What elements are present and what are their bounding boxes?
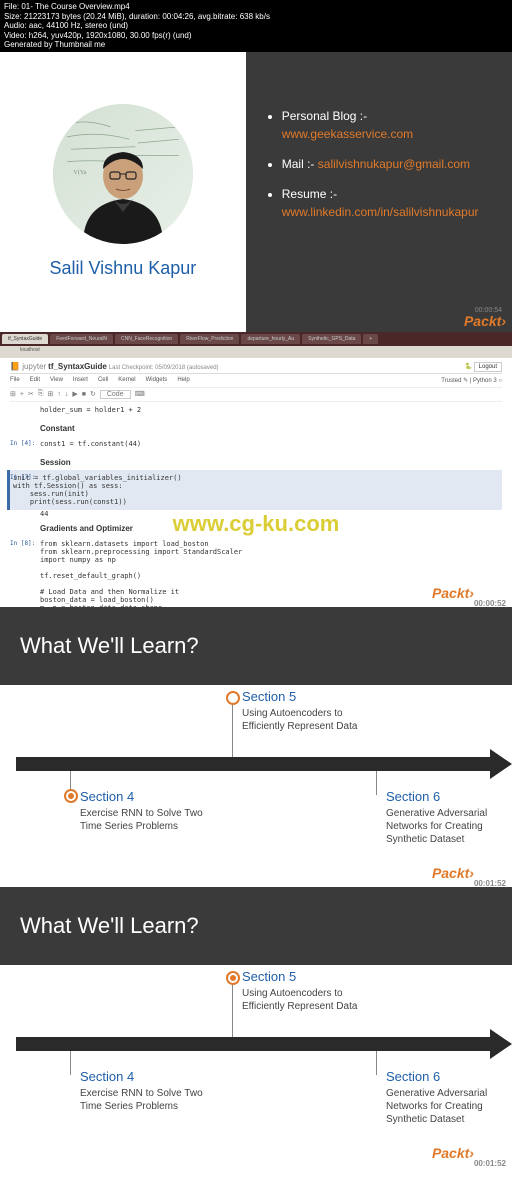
keyboard-icon[interactable]: ⌨ <box>135 390 145 398</box>
arrow-head-icon <box>490 1029 512 1059</box>
menu-kernel[interactable]: Kernel <box>118 377 135 384</box>
in-prompt: In [4]: <box>10 440 35 447</box>
jupyter-screenshot: tf_SyntaxGuide FeedForward_NeuralN CNN_F… <box>0 332 512 607</box>
avatar: V(Ya <box>53 104 193 244</box>
marker-line <box>376 771 377 795</box>
menu-bar: File Edit View Insert Cell Kernel Widget… <box>10 377 502 384</box>
md-heading: Constant <box>40 424 502 433</box>
timeline-arrow <box>16 1037 496 1051</box>
down-icon[interactable]: ↓ <box>65 391 69 398</box>
code-cell[interactable]: In [8]: from sklearn.datasets import loa… <box>10 536 502 607</box>
link-blog: Personal Blog :-www.geekasservice.com <box>282 107 494 143</box>
restart-icon[interactable]: ↻ <box>90 390 96 398</box>
author-name: Salil Vishnu Kapur <box>49 258 196 279</box>
code-cell-active[interactable]: In [7]: init = tf.global_variables_initi… <box>7 470 502 510</box>
meta-file: File: 01- The Course Overview.mp4 <box>4 2 508 12</box>
link-resume: Resume :-www.linkedin.com/in/salilvishnu… <box>282 185 494 221</box>
copy-icon[interactable]: ⎘ <box>38 390 44 398</box>
menu-insert[interactable]: Insert <box>73 377 88 384</box>
url-bar[interactable]: localhost <box>0 346 512 358</box>
meta-size: Size: 21223173 bytes (20.24 MiB), durati… <box>4 12 508 22</box>
in-prompt: In [7]: <box>10 474 35 481</box>
code-cell[interactable]: In [4]: const1 = tf.constant(44) <box>10 436 502 452</box>
packt-logo: Packt›00:00:52 <box>432 585 506 604</box>
browser-tab[interactable]: Synthetic_GPS_Data <box>302 334 361 344</box>
browser-tab[interactable]: RiverFlow_Prediction <box>180 334 239 344</box>
marker-line <box>232 697 233 757</box>
kernel: Python 3 <box>473 378 497 384</box>
video-metadata-overlay: File: 01- The Course Overview.mp4 Size: … <box>0 0 512 52</box>
packt-logo: Packt› <box>464 313 506 329</box>
checkpoint: Last Checkpoint: 05/09/2018 (autosaved) <box>109 365 219 371</box>
browser-tab[interactable]: departure_hourly_Au <box>241 334 300 344</box>
toolbar: ⊞ + ✂ ⎘ ⊞ ↑ ↓ ▶ ■ ↻ Code ⌨ <box>10 387 502 402</box>
slide-heading: What We'll Learn? <box>0 887 512 965</box>
author-links-panel: Personal Blog :-www.geekasservice.com Ma… <box>246 52 512 332</box>
marker-dot-active <box>64 789 78 803</box>
timeline-item-5: Section 5 Using Autoencoders to Efficien… <box>242 969 382 1013</box>
menu-help[interactable]: Help <box>177 377 189 384</box>
timeline-slide-a: What We'll Learn? Section 5 Using Autoen… <box>0 607 512 887</box>
timeline-item-6: Section 6 Generative Adversarial Network… <box>386 1069 496 1126</box>
marker-dot <box>226 691 240 705</box>
timeline-item-5: Section 5 Using Autoencoders to Efficien… <box>242 689 382 733</box>
link-mail: Mail :- salilvishnukapur@gmail.com <box>282 155 494 173</box>
slide-heading: What We'll Learn? <box>0 607 512 685</box>
browser-tab[interactable]: FeedForward_NeuralN <box>50 334 113 344</box>
author-panel: V(Ya Salil Vishnu Kapur <box>0 52 246 332</box>
timeline-arrow <box>16 757 496 771</box>
timeline-item-4: Section 4 Exercise RNN to Solve Two Time… <box>80 1069 220 1113</box>
trusted: Trusted <box>441 378 461 384</box>
code-cell[interactable]: holder_sum = holder1 + 2 <box>10 402 502 418</box>
stop-icon[interactable]: ■ <box>82 391 86 398</box>
run-icon[interactable]: ▶ <box>72 390 77 398</box>
paste-icon[interactable]: ⊞ <box>47 390 53 398</box>
save-icon[interactable]: ⊞ <box>10 390 16 398</box>
timeline-item-6: Section 6 Generative Adversarial Network… <box>386 789 496 846</box>
logout-button[interactable]: Logout <box>474 362 502 372</box>
browser-tab[interactable]: CNN_FaceRecognition <box>115 334 178 344</box>
add-icon[interactable]: + <box>20 391 24 398</box>
cut-icon[interactable]: ✂ <box>28 390 34 398</box>
browser-tab[interactable]: tf_SyntaxGuide <box>2 334 48 344</box>
meta-gen: Generated by Thumbnail me <box>4 40 508 50</box>
cell-type[interactable]: Code <box>100 390 131 399</box>
packt-logo: Packt›00:01:52 <box>432 1145 506 1164</box>
menu-widgets[interactable]: Widgets <box>146 377 168 384</box>
author-slide: V(Ya Salil Vishnu Kapur Personal Blog :-… <box>0 52 512 332</box>
menu-file[interactable]: File <box>10 377 20 384</box>
window-tabs: tf_SyntaxGuide FeedForward_NeuralN CNN_F… <box>0 332 512 346</box>
md-heading: Session <box>40 458 502 467</box>
in-prompt: In [8]: <box>10 540 35 547</box>
meta-video: Video: h264, yuv420p, 1920x1080, 30.00 f… <box>4 31 508 41</box>
md-heading: Gradients and Optimizer <box>40 524 502 533</box>
jupyter-logo: 📙 jupyter <box>10 362 46 371</box>
marker-line <box>70 1051 71 1075</box>
marker-dot-active <box>226 971 240 985</box>
new-tab[interactable]: + <box>363 334 378 344</box>
packt-logo: Packt›00:01:52 <box>432 865 506 884</box>
menu-cell[interactable]: Cell <box>98 377 108 384</box>
cell-output: 44 <box>40 510 502 518</box>
timeline-item-4: Section 4 Exercise RNN to Solve Two Time… <box>80 789 220 833</box>
up-icon[interactable]: ↑ <box>57 391 61 398</box>
meta-audio: Audio: aac, 44100 Hz, stereo (und) <box>4 21 508 31</box>
arrow-head-icon <box>490 749 512 779</box>
timeline-slide-b: What We'll Learn? Section 5 Using Autoen… <box>0 887 512 1167</box>
marker-line <box>376 1051 377 1075</box>
menu-view[interactable]: View <box>50 377 63 384</box>
notebook-title[interactable]: tf_SyntaxGuide <box>48 362 107 371</box>
python-icon: 🐍 <box>464 364 471 370</box>
marker-line <box>232 977 233 1037</box>
menu-edit[interactable]: Edit <box>30 377 40 384</box>
